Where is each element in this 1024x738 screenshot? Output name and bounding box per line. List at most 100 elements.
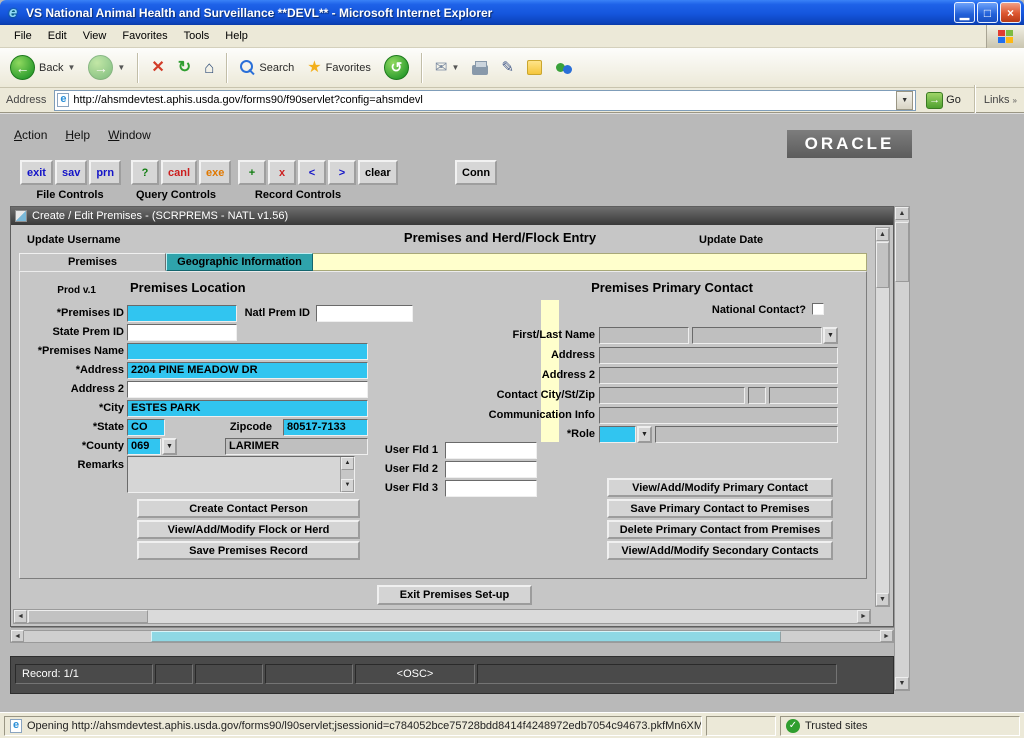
state-field[interactable]: CO xyxy=(127,419,165,436)
scroll-up-icon[interactable]: ▲ xyxy=(341,457,354,470)
scrollbar-thumb[interactable] xyxy=(876,242,889,288)
scroll-up-icon[interactable]: ▲ xyxy=(895,207,909,220)
first-name-field[interactable] xyxy=(599,327,689,344)
conn-button[interactable]: Conn xyxy=(455,160,497,185)
scroll-down-icon[interactable]: ▼ xyxy=(876,593,889,606)
view-add-modify-flock-herd-button[interactable]: View/Add/Modify Flock or Herd xyxy=(137,520,360,539)
address2-field[interactable] xyxy=(127,381,368,398)
city-field[interactable]: ESTES PARK xyxy=(127,400,368,417)
favorites-button[interactable]: ★ Favorites xyxy=(303,57,375,79)
address-input[interactable] xyxy=(73,94,892,106)
home-button[interactable]: ⌂ xyxy=(200,57,218,79)
tab-premises[interactable]: Premises xyxy=(19,253,166,271)
communication-info-field[interactable] xyxy=(599,407,838,424)
refresh-button[interactable]: ↻ xyxy=(174,57,195,79)
maximize-button[interactable]: □ xyxy=(977,2,998,23)
national-contact-checkbox[interactable] xyxy=(812,303,824,315)
menu-favorites[interactable]: Favorites xyxy=(114,25,175,47)
county-dropdown-button[interactable]: ▼ xyxy=(162,438,177,455)
contact-address-field[interactable] xyxy=(599,347,838,364)
query-help-button[interactable]: ? xyxy=(131,160,159,185)
premises-id-field[interactable] xyxy=(127,305,237,322)
exit-premises-setup-button[interactable]: Exit Premises Set-up xyxy=(377,585,532,605)
user-fld3-field[interactable] xyxy=(445,480,537,497)
applet-menu-action[interactable]: Action xyxy=(14,128,47,142)
links-button[interactable]: Links » xyxy=(984,94,1021,106)
contact-zip-field[interactable] xyxy=(769,387,838,404)
record-previous-button[interactable]: < xyxy=(298,160,326,185)
close-button[interactable]: × xyxy=(1000,2,1021,23)
scroll-down-icon[interactable]: ▼ xyxy=(341,479,354,492)
role-dropdown-button[interactable]: ▼ xyxy=(637,426,652,443)
delete-primary-contact-button[interactable]: Delete Primary Contact from Premises xyxy=(607,520,833,539)
menu-help[interactable]: Help xyxy=(217,25,256,47)
premises-name-field[interactable] xyxy=(127,343,368,360)
remarks-field[interactable]: ▲ ▼ xyxy=(127,456,355,493)
address-field[interactable]: 2204 PINE MEADOW DR xyxy=(127,362,368,379)
stop-button[interactable]: ✕ xyxy=(147,57,168,79)
mail-button[interactable]: ✉ ▼ xyxy=(431,57,464,79)
record-delete-button[interactable]: x xyxy=(268,160,296,185)
query-cancel-button[interactable]: canl xyxy=(161,160,197,185)
name-dropdown-button[interactable]: ▼ xyxy=(823,327,838,344)
save-primary-contact-button[interactable]: Save Primary Contact to Premises xyxy=(607,499,833,518)
scrollbar-thumb[interactable] xyxy=(151,631,781,642)
form-window-titlebar[interactable]: Create / Edit Premises - (SCRPREMS - NAT… xyxy=(11,207,893,225)
record-next-button[interactable]: > xyxy=(328,160,356,185)
save-button[interactable]: sav xyxy=(55,160,87,185)
form-vertical-scrollbar[interactable]: ▲ ▼ xyxy=(875,227,890,607)
menu-edit[interactable]: Edit xyxy=(40,25,75,47)
scroll-left-icon[interactable]: ◄ xyxy=(11,630,24,642)
user-fld1-field[interactable] xyxy=(445,442,537,459)
scroll-right-icon[interactable]: ► xyxy=(880,630,893,642)
address-dropdown-button[interactable]: ▼ xyxy=(896,91,913,110)
contact-address2-field[interactable] xyxy=(599,367,838,384)
history-button[interactable]: ↺ xyxy=(380,53,413,82)
view-add-modify-primary-contact-button[interactable]: View/Add/Modify Primary Contact xyxy=(607,478,833,497)
menu-view[interactable]: View xyxy=(75,25,115,47)
create-contact-person-button[interactable]: Create Contact Person xyxy=(137,499,360,518)
scrollbar-thumb[interactable] xyxy=(895,222,909,282)
query-execute-button[interactable]: exe xyxy=(199,160,231,185)
remarks-scrollbar[interactable]: ▲ ▼ xyxy=(340,457,354,492)
edit-button[interactable]: ✎ xyxy=(497,57,518,79)
mail-dropdown-icon[interactable]: ▼ xyxy=(451,63,459,72)
zipcode-field[interactable]: 80517-7133 xyxy=(283,419,368,436)
applet-menu-help[interactable]: Help xyxy=(65,128,90,142)
back-button[interactable]: ← Back ▼ xyxy=(6,53,79,82)
forward-dropdown-icon[interactable]: ▼ xyxy=(117,63,125,72)
print-button[interactable] xyxy=(468,59,492,77)
applet-vertical-scrollbar[interactable]: ▲ ▼ xyxy=(894,206,910,691)
back-dropdown-icon[interactable]: ▼ xyxy=(67,63,75,72)
state-prem-id-field[interactable] xyxy=(127,324,237,341)
scroll-left-icon[interactable]: ◄ xyxy=(14,610,27,623)
role-field[interactable] xyxy=(599,426,636,443)
scroll-up-icon[interactable]: ▲ xyxy=(876,228,889,241)
go-button[interactable]: → Go xyxy=(921,91,966,110)
forward-button[interactable]: → ▼ xyxy=(84,53,129,82)
applet-horizontal-scrollbar[interactable]: ◄ ► xyxy=(10,630,894,643)
county-field[interactable]: 069 xyxy=(127,438,161,455)
scroll-right-icon[interactable]: ► xyxy=(857,610,870,623)
last-name-field[interactable] xyxy=(692,327,822,344)
contact-city-field[interactable] xyxy=(599,387,745,404)
messenger-button[interactable] xyxy=(551,58,577,78)
exit-button[interactable]: exit xyxy=(20,160,53,185)
save-premises-record-button[interactable]: Save Premises Record xyxy=(137,541,360,560)
print-form-button[interactable]: prn xyxy=(89,160,121,185)
notes-button[interactable] xyxy=(523,58,546,77)
form-horizontal-scrollbar[interactable]: ◄ ► xyxy=(13,609,871,624)
search-button[interactable]: Search xyxy=(236,58,298,77)
scroll-down-icon[interactable]: ▼ xyxy=(895,677,909,690)
record-clear-button[interactable]: clear xyxy=(358,160,398,185)
natl-prem-id-field[interactable] xyxy=(316,305,413,322)
view-add-modify-secondary-contacts-button[interactable]: View/Add/Modify Secondary Contacts xyxy=(607,541,833,560)
contact-state-field[interactable] xyxy=(748,387,766,404)
record-insert-button[interactable]: + xyxy=(238,160,266,185)
tab-geographic-information[interactable]: Geographic Information xyxy=(166,253,313,271)
user-fld2-field[interactable] xyxy=(445,461,537,478)
minimize-button[interactable]: ▁ xyxy=(954,2,975,23)
scrollbar-thumb[interactable] xyxy=(28,610,148,623)
menu-file[interactable]: File xyxy=(6,25,40,47)
applet-menu-window[interactable]: Window xyxy=(108,128,151,142)
